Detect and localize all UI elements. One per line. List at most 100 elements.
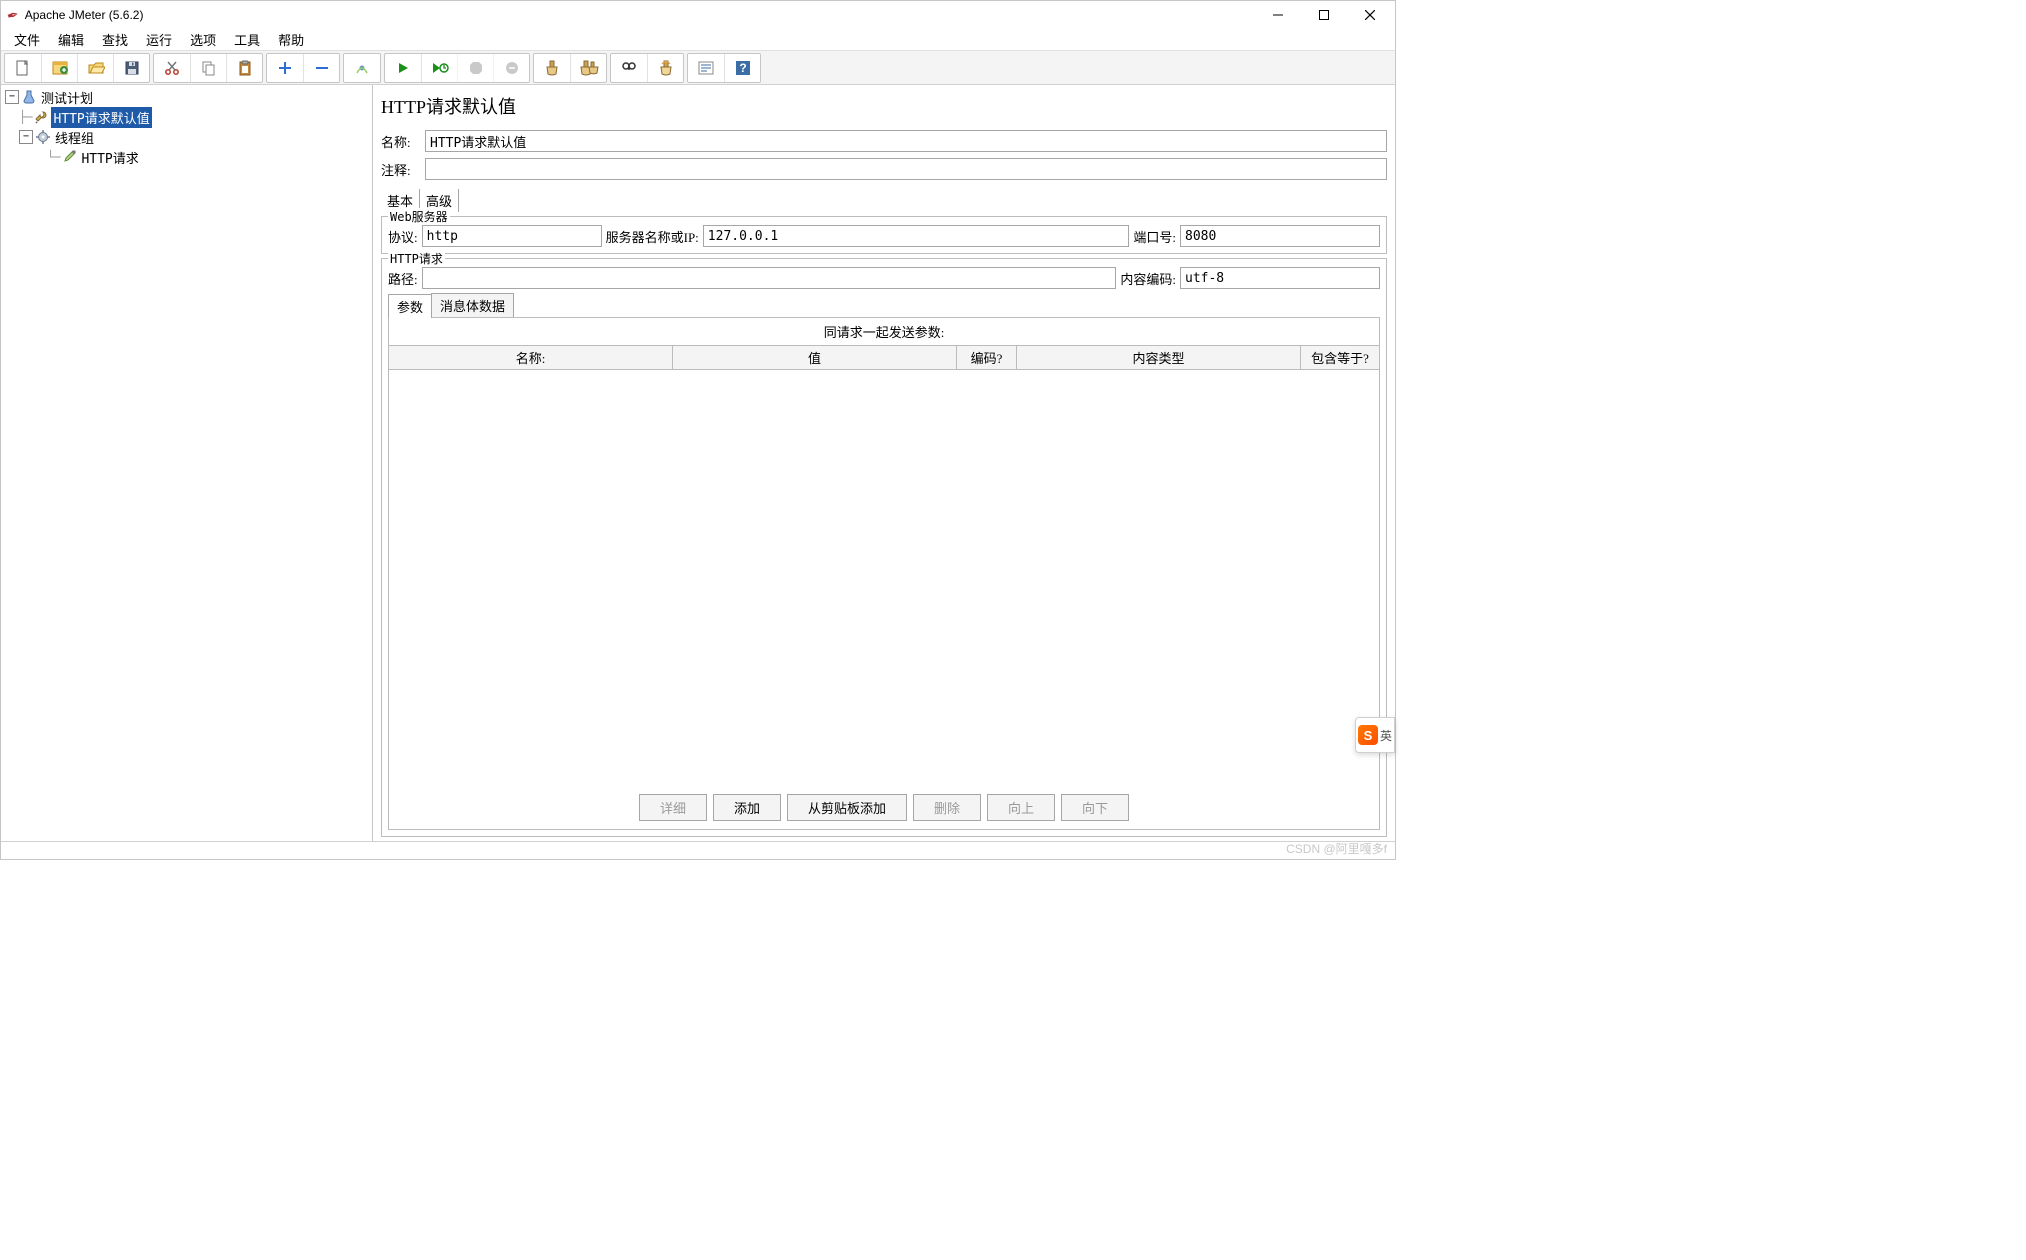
title-bar: ✒ Apache JMeter (5.6.2) xyxy=(1,1,1395,29)
shutdown-button[interactable] xyxy=(493,54,529,82)
toolbar-group-run xyxy=(384,53,530,83)
webserver-fields: 协议: 服务器名称或IP: 端口号: xyxy=(388,225,1380,247)
search-button[interactable] xyxy=(611,54,647,82)
clear-all-button[interactable] xyxy=(570,54,606,82)
collapse-button[interactable] xyxy=(303,54,339,82)
path-input[interactable] xyxy=(422,267,1117,289)
toolbar-group-search xyxy=(610,53,684,83)
tree-root[interactable]: − 测试计划 xyxy=(1,87,372,107)
clear-button[interactable] xyxy=(534,54,570,82)
reset-search-button[interactable] xyxy=(647,54,683,82)
new-button[interactable] xyxy=(5,54,41,82)
toolbar-group-edit xyxy=(153,53,263,83)
httpreq-fieldset: HTTP请求 路径: 内容编码: 参数 消息体数据 同请求一起发送参数: 名称:… xyxy=(381,258,1387,837)
tree-http-defaults[interactable]: ├─ HTTP请求默认值 xyxy=(1,107,372,127)
ime-indicator[interactable]: S 英 xyxy=(1355,717,1395,753)
wrench-icon xyxy=(33,109,49,125)
tree-toggle-thread[interactable]: − xyxy=(19,130,33,144)
editor-tabs: 基本 高级 xyxy=(381,189,1387,212)
subtab-body[interactable]: 消息体数据 xyxy=(431,293,514,317)
tree-toggle-root[interactable]: − xyxy=(5,90,19,104)
comment-input[interactable] xyxy=(425,158,1387,180)
toolbar-group-toggle xyxy=(343,53,381,83)
add-button[interactable]: 添加 xyxy=(713,794,781,821)
col-content[interactable]: 内容类型 xyxy=(1017,346,1301,369)
tree-thread-group[interactable]: − 线程组 xyxy=(1,127,372,147)
start-no-timers-button[interactable] xyxy=(421,54,457,82)
tree-connector: └─ xyxy=(47,150,59,164)
col-value[interactable]: 值 xyxy=(673,346,957,369)
gear-icon xyxy=(35,129,51,145)
delete-button[interactable]: 删除 xyxy=(913,794,981,821)
open-button[interactable] xyxy=(77,54,113,82)
port-label: 端口号: xyxy=(1133,227,1176,246)
watermark: CSDN @阿里嘎多f xyxy=(1286,840,1387,857)
param-header: 名称: 值 编码? 内容类型 包含等于? xyxy=(389,345,1379,370)
httpreq-fields: 路径: 内容编码: xyxy=(388,267,1380,289)
comment-label: 注释: xyxy=(381,160,425,179)
toolbar-group-help: ? xyxy=(687,53,761,83)
name-label: 名称: xyxy=(381,132,425,151)
templates-button[interactable] xyxy=(41,54,77,82)
from-clipboard-button[interactable]: 从剪贴板添加 xyxy=(787,794,907,821)
toolbar-group-clear xyxy=(533,53,607,83)
minimize-button[interactable] xyxy=(1255,1,1301,29)
save-button[interactable] xyxy=(113,54,149,82)
name-row: 名称: xyxy=(381,130,1387,152)
close-button[interactable] xyxy=(1347,1,1393,29)
help-button[interactable]: ? xyxy=(724,54,760,82)
window-title: Apache JMeter (5.6.2) xyxy=(25,8,144,22)
menu-file[interactable]: 文件 xyxy=(5,28,49,51)
menu-edit[interactable]: 编辑 xyxy=(49,28,93,51)
menu-help[interactable]: 帮助 xyxy=(269,28,313,51)
up-button[interactable]: 向上 xyxy=(987,794,1055,821)
subtab-params[interactable]: 参数 xyxy=(388,294,432,318)
port-input[interactable] xyxy=(1180,225,1380,247)
cut-button[interactable] xyxy=(154,54,190,82)
paste-button[interactable] xyxy=(226,54,262,82)
encoding-label: 内容编码: xyxy=(1120,269,1176,288)
tree-http-request-label: HTTP请求 xyxy=(79,147,140,168)
server-input[interactable] xyxy=(703,225,1130,247)
col-name[interactable]: 名称: xyxy=(389,346,673,369)
httpreq-legend: HTTP请求 xyxy=(388,250,445,267)
dropper-icon xyxy=(61,149,77,165)
toolbar-group-addremove xyxy=(266,53,340,83)
menu-options[interactable]: 选项 xyxy=(181,28,225,51)
detail-button[interactable]: 详细 xyxy=(639,794,707,821)
col-encode[interactable]: 编码? xyxy=(957,346,1017,369)
tree-http-request[interactable]: └─ HTTP请求 xyxy=(1,147,372,167)
param-buttons: 详细 添加 从剪贴板添加 删除 向上 向下 xyxy=(389,786,1379,829)
toggle-button[interactable] xyxy=(344,54,380,82)
tree-panel[interactable]: − 测试计划 ├─ HTTP请求默认值 − 线程组 └─ HTTP请求 xyxy=(1,85,373,841)
param-subtabs: 参数 消息体数据 xyxy=(388,293,1380,317)
down-button[interactable]: 向下 xyxy=(1061,794,1129,821)
title-bar-left: ✒ Apache JMeter (5.6.2) xyxy=(7,7,143,24)
expand-button[interactable] xyxy=(267,54,303,82)
toolbar-group-file xyxy=(4,53,150,83)
menu-search[interactable]: 查找 xyxy=(93,28,137,51)
stop-button[interactable] xyxy=(457,54,493,82)
status-bar xyxy=(1,841,1395,859)
menu-run[interactable]: 运行 xyxy=(137,28,181,51)
name-input[interactable] xyxy=(425,130,1387,152)
protocol-input[interactable] xyxy=(422,225,602,247)
window-controls xyxy=(1255,1,1393,29)
function-helper-button[interactable] xyxy=(688,54,724,82)
encoding-input[interactable] xyxy=(1180,267,1380,289)
webserver-fieldset: Web服务器 协议: 服务器名称或IP: 端口号: xyxy=(381,216,1387,254)
start-button[interactable] xyxy=(385,54,421,82)
tree-root-label: 测试计划 xyxy=(39,87,95,108)
toolbar: ? xyxy=(1,51,1395,85)
maximize-button[interactable] xyxy=(1301,1,1347,29)
copy-button[interactable] xyxy=(190,54,226,82)
editor-panel: HTTP请求默认值 名称: 注释: 基本 高级 Web服务器 协议: 服务器名称… xyxy=(373,85,1395,841)
flask-icon xyxy=(21,89,37,105)
tree-thread-group-label: 线程组 xyxy=(53,127,96,148)
ime-logo-icon: S xyxy=(1358,725,1378,745)
param-body[interactable] xyxy=(389,370,1379,786)
ime-lang: 英 xyxy=(1380,727,1392,744)
menu-tools[interactable]: 工具 xyxy=(225,28,269,51)
svg-text:?: ? xyxy=(739,61,746,75)
col-equals[interactable]: 包含等于? xyxy=(1301,346,1379,369)
